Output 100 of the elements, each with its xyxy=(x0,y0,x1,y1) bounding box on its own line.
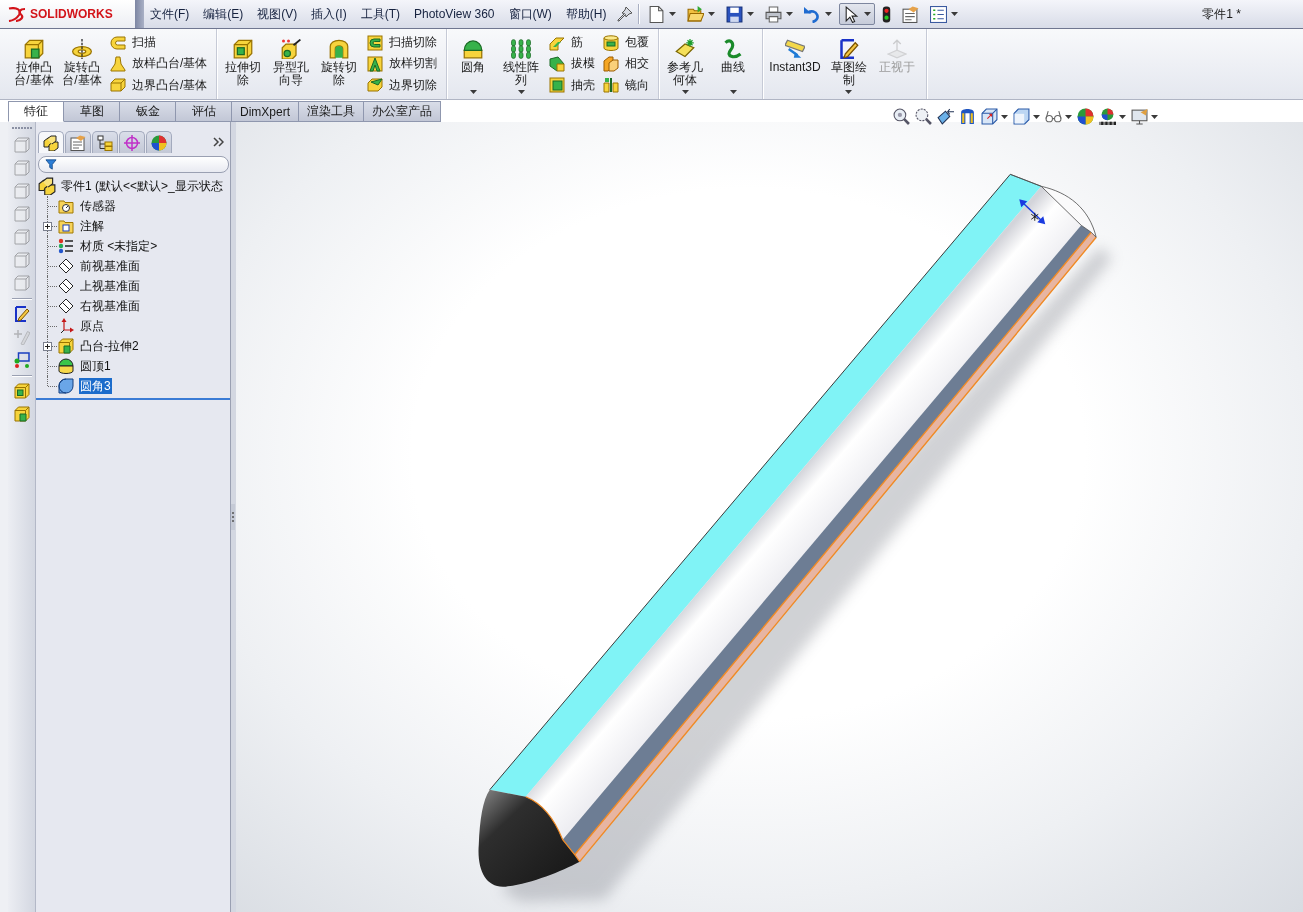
caret-icon[interactable] xyxy=(1065,114,1072,119)
menu-item[interactable]: 文件(F) xyxy=(150,5,190,23)
panel-tab[interactable] xyxy=(146,131,172,153)
grip-handle-icon xyxy=(231,504,235,530)
ribbon-button[interactable]: 扫描 xyxy=(108,32,210,54)
ribbon-button[interactable]: 筋 xyxy=(547,32,598,54)
menu-item[interactable]: 窗口(W) xyxy=(508,5,552,23)
ribbon-button[interactable]: 放样切割 xyxy=(365,53,440,75)
ribbon-button[interactable]: 旋转切除 xyxy=(317,29,362,99)
glasses-icon[interactable] xyxy=(1045,108,1062,125)
part-icon xyxy=(43,134,59,151)
ribbon-button[interactable]: 异型孔向导 xyxy=(269,29,314,99)
ribbon-button[interactable]: 旋转凸台/基体 xyxy=(60,29,104,99)
grip-icon xyxy=(11,127,32,130)
cube-arrow-icon[interactable] xyxy=(13,406,30,422)
ribbon-button[interactable]: 边界凸台/基体 xyxy=(108,74,210,96)
toolbar-button[interactable] xyxy=(838,3,875,25)
cube-arrow-icon xyxy=(58,338,74,354)
menu-item[interactable]: 帮助(H) xyxy=(565,5,607,23)
axes-icon xyxy=(58,318,74,334)
magnifier-icon[interactable] xyxy=(893,108,910,125)
tree-item[interactable]: 前视基准面 xyxy=(79,258,141,274)
block-arrow-icon[interactable] xyxy=(937,108,954,125)
tree-item[interactable]: 传感器 xyxy=(79,198,117,214)
menu-item[interactable]: 工具(T) xyxy=(360,5,400,23)
ribbon-button[interactable]: 拔模 xyxy=(547,53,598,75)
tree-item[interactable]: 圆顶1 xyxy=(79,358,112,374)
pushpin-icon[interactable] xyxy=(616,6,633,22)
pencil-drawing[interactable] xyxy=(478,173,1113,902)
scene-sphere-icon[interactable] xyxy=(1099,108,1116,125)
panel-tab[interactable] xyxy=(38,131,64,153)
tree-item[interactable]: 注解 xyxy=(79,218,105,234)
ribbon-button[interactable]: 包覆 xyxy=(601,32,652,54)
shaded-cube-icon[interactable] xyxy=(1013,108,1030,125)
caret-icon[interactable] xyxy=(1151,114,1158,119)
pencil-bracket-icon xyxy=(838,39,859,59)
arrow-plane-icon xyxy=(886,39,907,59)
cylinder-icon xyxy=(603,34,620,51)
tree-item[interactable]: 凸台-拉伸2 xyxy=(79,338,140,354)
graphics-viewport[interactable] xyxy=(236,122,1303,912)
tab[interactable]: 草图 xyxy=(64,101,120,122)
ribbon-button[interactable]: 镜向 xyxy=(601,74,652,96)
tab[interactable]: 评估 xyxy=(176,101,232,122)
direction-arrow-icon[interactable] xyxy=(1019,199,1046,225)
pencil-bracket-icon[interactable] xyxy=(13,306,30,322)
tree-item[interactable]: 圆角3 xyxy=(79,378,112,394)
tree-item[interactable]: 原点 xyxy=(79,318,105,334)
plane-sparkle-icon xyxy=(675,39,696,59)
section-arch-icon[interactable] xyxy=(959,108,976,125)
expand-icon[interactable] xyxy=(43,342,52,351)
double-chevron-icon[interactable] xyxy=(213,137,224,147)
panel-tab[interactable] xyxy=(92,131,118,153)
panel-tab[interactable] xyxy=(119,131,145,153)
ribbon-button[interactable]: 参考几何体 xyxy=(663,29,708,99)
tab[interactable]: DimXpert xyxy=(232,101,299,122)
relations-icon[interactable] xyxy=(13,352,30,368)
ribbon-button[interactable]: 扫描切除 xyxy=(365,32,440,54)
menu-item[interactable]: 编辑(E) xyxy=(203,5,244,23)
bell-shape-icon xyxy=(110,56,126,72)
tree-item[interactable]: 上视基准面 xyxy=(79,278,141,294)
expand-icon[interactable] xyxy=(43,222,52,231)
ribbon-button[interactable]: 拉伸凸台/基体 xyxy=(12,29,56,99)
ribbon-button[interactable]: 曲线 xyxy=(711,29,756,99)
ribbon-button[interactable]: 圆角 xyxy=(451,29,496,99)
checklist-icon xyxy=(929,5,947,23)
caret-icon[interactable] xyxy=(1001,114,1008,119)
menu-item[interactable]: 插入(I) xyxy=(311,5,347,23)
caret-icon[interactable] xyxy=(1119,114,1126,119)
tree-item[interactable]: 零件1 (默认<<默认>_显示状态 xyxy=(60,178,224,194)
tab[interactable]: 渲染工具 xyxy=(299,101,364,122)
filter-field[interactable] xyxy=(38,156,229,173)
ribbon-button[interactable]: 抽壳 xyxy=(547,74,598,96)
ribbon-button[interactable]: 拉伸切除 xyxy=(221,29,266,99)
magnifier-icon[interactable] xyxy=(915,108,932,125)
curved-profile-icon xyxy=(110,34,126,51)
tree-item[interactable]: 材质 <未指定> xyxy=(79,238,159,254)
view-cube-icon[interactable] xyxy=(981,108,998,125)
cube-square-icon[interactable] xyxy=(13,383,30,399)
tab[interactable]: 钣金 xyxy=(120,101,176,122)
ribbon-button[interactable]: Instant3D xyxy=(767,29,823,99)
overlap-blocks-icon xyxy=(603,56,620,72)
menu-item[interactable]: PhotoView 360 xyxy=(414,7,495,21)
document-title: 零件1 * xyxy=(1202,5,1241,23)
ribbon-button[interactable]: 边界切除 xyxy=(365,74,440,96)
monitor-icon[interactable] xyxy=(1131,108,1148,125)
tab[interactable]: 特征 xyxy=(8,101,64,122)
dome-box-icon xyxy=(463,39,484,59)
panel-tab[interactable] xyxy=(65,131,91,153)
ribbon-button[interactable]: 线性阵列 xyxy=(499,29,544,99)
ribbon-button[interactable]: 放样凸台/基体 xyxy=(108,53,210,75)
ribbon-button[interactable]: 草图绘制 xyxy=(826,29,871,99)
tree-item[interactable]: 右视基准面 xyxy=(79,298,141,314)
caret-icon[interactable] xyxy=(1033,114,1040,119)
printer-icon xyxy=(764,5,782,23)
undo-arrow-icon xyxy=(803,5,821,23)
color-sphere-icon[interactable] xyxy=(1077,108,1094,125)
tab[interactable]: 办公室产品 xyxy=(364,101,441,122)
menu-item[interactable]: 视图(V) xyxy=(257,5,298,23)
ribbon-button[interactable]: 相交 xyxy=(601,53,652,75)
dots-list-icon xyxy=(58,238,74,254)
